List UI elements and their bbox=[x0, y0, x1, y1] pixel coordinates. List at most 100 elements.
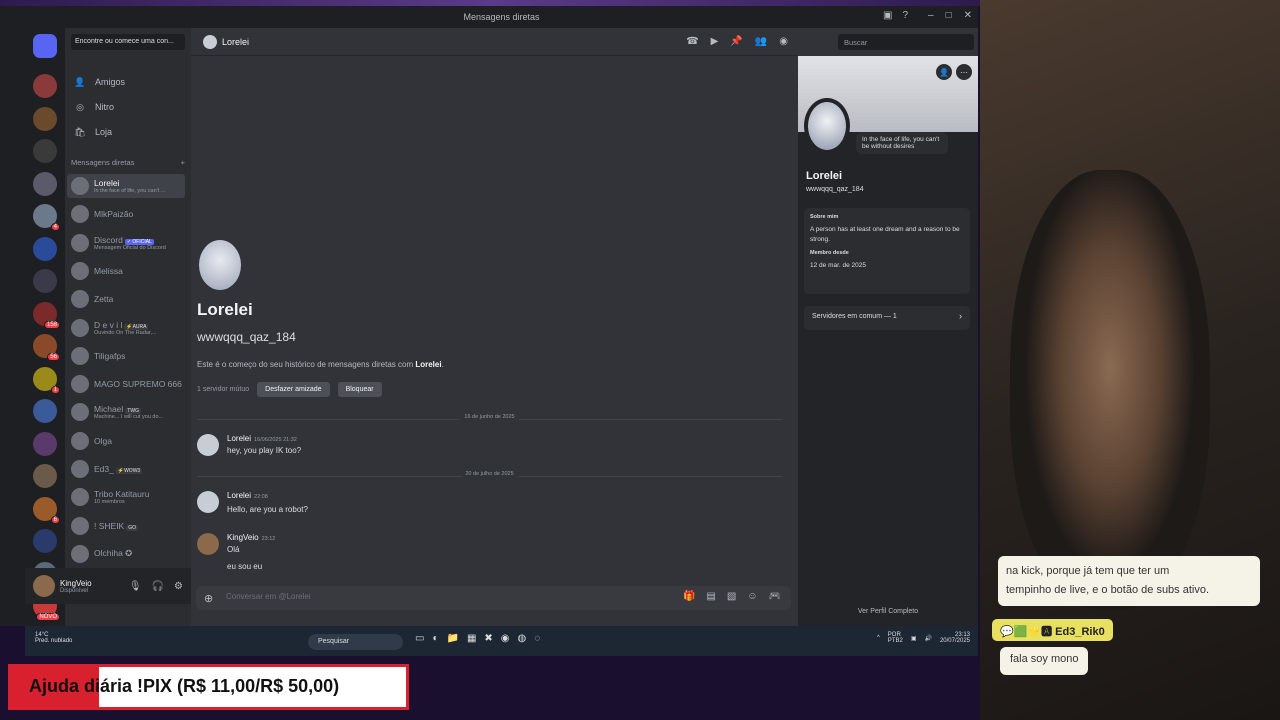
unfriend-button[interactable]: Desfazer amizade bbox=[257, 382, 330, 397]
server-icon[interactable] bbox=[33, 106, 57, 131]
inbox-icon[interactable]: ▣ bbox=[883, 10, 892, 21]
discord-home-icon[interactable] bbox=[33, 34, 57, 58]
attach-icon[interactable]: ⊕ bbox=[204, 592, 213, 605]
profile-username[interactable]: wwwqqq_qaz_184 bbox=[806, 186, 864, 193]
dm-item[interactable]: Michael TWG Machine... I will cut you do..… bbox=[67, 400, 185, 424]
dm-item[interactable]: Ed3_ ⚡WOW3 bbox=[67, 457, 185, 481]
sticker-icon[interactable]: ▧ bbox=[727, 591, 736, 602]
server-icon[interactable] bbox=[33, 431, 57, 456]
server-icon[interactable]: 6 bbox=[33, 496, 60, 524]
message[interactable]: KingVeio 23:12 Olá eu sou eu bbox=[197, 533, 782, 573]
dm-item[interactable]: ! SHEIK GO bbox=[67, 514, 185, 538]
dm-item[interactable]: Olga bbox=[67, 429, 185, 453]
server-icon[interactable] bbox=[33, 464, 57, 488]
gif-icon[interactable]: ▤ bbox=[706, 591, 715, 602]
server-icon[interactable]: 4 bbox=[33, 204, 60, 231]
weather-widget[interactable]: 14°C Pred. nublado bbox=[35, 632, 72, 644]
dm-item[interactable]: D e v i l ⚡AURA Ouvindo On The Radar,... bbox=[67, 316, 185, 340]
server-badge: 1 bbox=[50, 385, 60, 394]
dm-name: Tiligafps bbox=[94, 350, 126, 361]
find-conversation-button[interactable]: Encontre ou comece uma con... bbox=[71, 34, 185, 50]
discord-taskbar-icon[interactable]: ◍ bbox=[518, 633, 527, 644]
nav-loja[interactable]: 🛍 Loja bbox=[71, 122, 185, 142]
message-avatar[interactable] bbox=[197, 491, 219, 513]
message[interactable]: Lorelei 16/06/2025 21:32 hey, you play IK… bbox=[197, 434, 782, 464]
microphone-icon[interactable]: 🎙 bbox=[129, 581, 142, 592]
chrome-icon[interactable]: ◉ bbox=[501, 633, 510, 644]
profile-toggle-icon[interactable]: ◉ bbox=[779, 36, 788, 47]
maximize-button[interactable]: □ bbox=[946, 10, 952, 21]
message-composer: ⊕ 🎁 ▤ ▧ ☺ 🎮 bbox=[196, 586, 791, 610]
dm-avatar bbox=[71, 261, 89, 280]
message-avatar[interactable] bbox=[197, 434, 219, 456]
tray-chevron-icon[interactable]: ^ bbox=[877, 635, 880, 641]
dm-item[interactable]: Lorelei In the face of life, you can't ..… bbox=[67, 174, 185, 198]
voice-call-icon[interactable]: ☎ bbox=[686, 36, 698, 47]
explorer-icon[interactable]: 📁 bbox=[447, 633, 459, 644]
dm-item[interactable]: MlkPaizão bbox=[67, 202, 185, 226]
dm-item[interactable]: Discord ✓ OFICIAL Mensagem Oficial do Disc… bbox=[67, 231, 185, 255]
taskbar-search[interactable]: Pesquisar bbox=[308, 634, 403, 650]
server-icon[interactable] bbox=[33, 236, 57, 261]
video-call-icon[interactable]: ▶ bbox=[711, 36, 719, 47]
message[interactable]: Lorelei 22:08 Hello, are you a robot? bbox=[197, 491, 782, 521]
nav-amigos[interactable]: 👤 Amigos bbox=[71, 72, 185, 92]
server-icon[interactable]: 56 bbox=[33, 334, 60, 361]
message-author[interactable]: KingVeio bbox=[227, 533, 259, 542]
gift-icon[interactable]: 🎁 bbox=[683, 591, 695, 602]
message-author[interactable]: Lorelei bbox=[227, 491, 251, 500]
dm-item[interactable]: Tiligafps bbox=[67, 344, 185, 368]
message-input[interactable] bbox=[226, 592, 526, 601]
add-dm-icon[interactable]: + bbox=[181, 158, 185, 167]
dm-item[interactable]: MAGO SUPREMO 666 bbox=[67, 372, 185, 396]
dm-item[interactable]: Zetta bbox=[67, 287, 185, 311]
dm-avatar bbox=[71, 290, 89, 309]
dm-avatar bbox=[71, 403, 89, 422]
dm-item[interactable]: Olchiha ✪ bbox=[67, 542, 185, 566]
steam-icon[interactable]: ◌ bbox=[534, 633, 540, 644]
mutual-servers-row[interactable]: Servidores em comum — 1 › bbox=[804, 306, 970, 330]
add-friends-icon[interactable]: 👥 bbox=[755, 36, 767, 47]
emoji-icon[interactable]: ☺ bbox=[747, 591, 757, 602]
message-time: 23:12 bbox=[261, 536, 276, 542]
search-input[interactable]: Buscar bbox=[838, 34, 974, 50]
view-full-profile[interactable]: Ver Perfil Completo bbox=[798, 608, 978, 615]
server-rail: 4158561611NOVO bbox=[25, 28, 65, 626]
network-icon[interactable]: ▣ bbox=[911, 635, 917, 642]
server-icon[interactable]: 1 bbox=[33, 366, 60, 394]
headphones-icon[interactable]: 🎧 bbox=[152, 581, 164, 592]
dm-name: Michael bbox=[94, 404, 124, 415]
dm-avatar bbox=[71, 431, 89, 450]
profile-avatar[interactable] bbox=[804, 98, 850, 154]
add-friend-icon[interactable]: 👤 bbox=[936, 64, 952, 80]
server-icon[interactable] bbox=[33, 74, 57, 98]
settings-icon[interactable]: ⚙ bbox=[174, 581, 183, 592]
more-icon[interactable]: ⋯ bbox=[956, 64, 972, 80]
nav-nitro[interactable]: ◎ Nitro bbox=[71, 97, 185, 117]
volume-icon[interactable]: 🔊 bbox=[924, 635, 931, 642]
mutual-servers[interactable]: 1 servidor mútuo bbox=[197, 386, 249, 393]
server-icon[interactable] bbox=[33, 399, 57, 423]
message-avatar[interactable] bbox=[197, 533, 219, 555]
xbox-icon[interactable]: ✖ bbox=[484, 633, 492, 644]
close-button[interactable]: ✕ bbox=[964, 10, 972, 21]
user-avatar[interactable] bbox=[33, 575, 55, 597]
intro-username: wwwqqq_qaz_184 bbox=[197, 330, 296, 344]
server-icon[interactable]: 158 bbox=[33, 301, 60, 329]
minimize-button[interactable]: – bbox=[928, 10, 934, 21]
dm-item[interactable]: Tribo Katitauru 10 membros bbox=[67, 485, 185, 509]
server-icon[interactable] bbox=[33, 171, 57, 196]
server-icon[interactable] bbox=[33, 529, 57, 553]
help-icon[interactable]: ? bbox=[902, 10, 908, 21]
nav-label: Nitro bbox=[95, 102, 115, 112]
server-icon[interactable] bbox=[33, 139, 57, 163]
block-button[interactable]: Bloquear bbox=[337, 382, 382, 397]
edge-icon[interactable]: ◐ bbox=[432, 633, 438, 644]
pin-icon[interactable]: 📌 bbox=[730, 36, 742, 47]
store-icon[interactable]: ▦ bbox=[467, 633, 476, 644]
server-icon[interactable] bbox=[33, 269, 57, 293]
taskview-icon[interactable]: ▭ bbox=[415, 633, 424, 644]
dm-item[interactable]: Melissa bbox=[67, 259, 185, 283]
message-author[interactable]: Lorelei bbox=[227, 434, 251, 443]
apps-icon[interactable]: 🎮 bbox=[769, 591, 781, 602]
